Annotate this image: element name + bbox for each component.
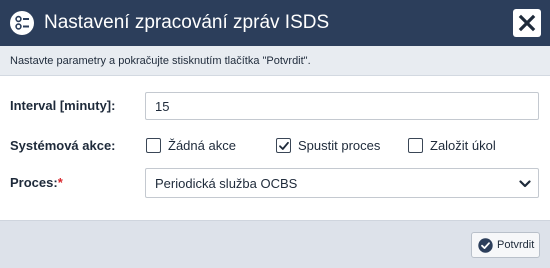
checkbox-label: Spustit proces [298, 138, 381, 153]
system-action-label: Systémová akce: [10, 138, 116, 153]
process-select[interactable]: Periodická služba OCBS [145, 168, 539, 198]
process-label-text: Proces: [10, 175, 58, 190]
checkbox-box-checked[interactable] [276, 138, 291, 153]
checkbox-label: Založit úkol [430, 138, 496, 153]
dialog-footer: Potvrdit [0, 220, 550, 268]
info-text: Nastavte parametry a pokračujte stisknut… [10, 55, 311, 67]
close-button[interactable] [513, 9, 541, 37]
checkmark-icon [279, 141, 289, 150]
interval-input[interactable]: 15 [145, 92, 539, 120]
checkbox-box[interactable] [408, 138, 423, 153]
chevron-down-icon [519, 180, 531, 188]
interval-value: 15 [155, 99, 170, 114]
info-strip: Nastavte parametry a pokračujte stisknut… [0, 46, 550, 76]
checkbox-run-process[interactable]: Spustit proces [276, 138, 380, 154]
confirm-button-label: Potvrdit [497, 239, 535, 251]
process-select-value: Periodická služba OCBS [155, 176, 298, 191]
isds-settings-dialog: Nastavení zpracování zpráv ISDS Nastavte… [0, 0, 550, 268]
dialog-titlebar: Nastavení zpracování zpráv ISDS [0, 0, 550, 46]
interval-label: Interval [minuty]: [10, 98, 116, 113]
process-label: Proces:* [10, 175, 63, 191]
required-mark: * [57, 175, 63, 190]
checkbox-label: Žádná akce [168, 138, 236, 153]
settings-list-icon [10, 11, 34, 35]
checkbox-create-task[interactable]: Založit úkol [408, 138, 498, 154]
confirm-button[interactable]: Potvrdit [471, 232, 540, 258]
dialog-title: Nastavení zpracování zpráv ISDS [44, 12, 330, 33]
check-circle-icon [478, 238, 493, 253]
close-icon [518, 14, 536, 32]
checkbox-no-action[interactable]: Žádná akce [146, 138, 236, 154]
checkbox-box[interactable] [146, 138, 161, 153]
